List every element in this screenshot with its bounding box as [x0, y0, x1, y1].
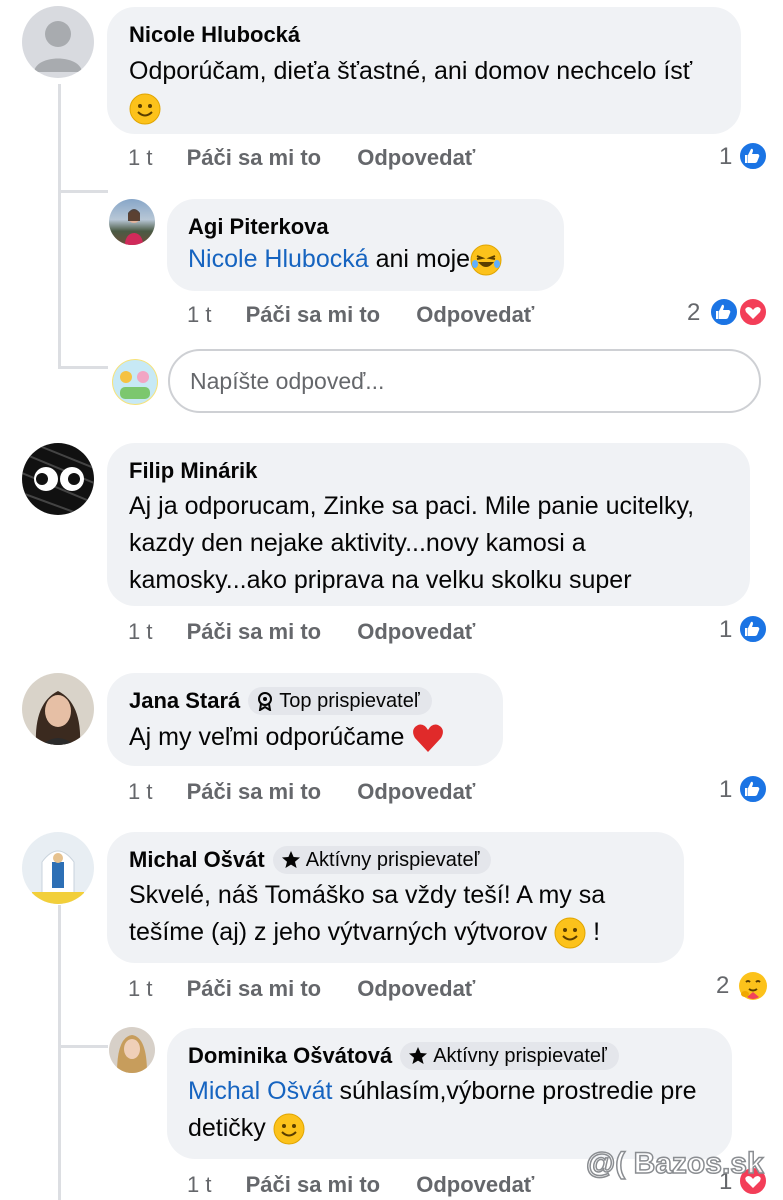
user-photo-icon	[32, 850, 84, 904]
like-button[interactable]: Páči sa mi to	[187, 779, 322, 804]
comment-bubble: Jana Stará Top prispievateľ Aj my veľmi …	[107, 673, 503, 766]
comment-author-row: Michal Ošvát Aktívny prispievateľ	[129, 846, 662, 874]
reply-bubble: Dominika Ošvátová Aktívny prispievateľ M…	[167, 1028, 732, 1159]
comment-bubble: Filip Minárik Aj ja odporucam, Zinke sa …	[107, 443, 750, 606]
reply-button[interactable]: Odpovedať	[357, 779, 475, 804]
like-button[interactable]: Páči sa mi to	[246, 302, 381, 327]
comment-author[interactable]: Jana Stará	[129, 687, 240, 715]
like-reaction-icon[interactable]	[738, 614, 768, 644]
reply-time[interactable]: 1 t	[187, 1172, 211, 1197]
thread-line	[58, 905, 61, 1200]
avatar-jana[interactable]	[22, 673, 94, 745]
mention-link[interactable]: Nicole Hlubocká	[188, 245, 369, 273]
user-photo-icon	[125, 209, 143, 245]
reaction-count[interactable]: 2	[687, 299, 700, 327]
reply-author[interactable]: Agi Piterkova	[188, 213, 542, 241]
avatar-filip[interactable]	[22, 443, 94, 515]
smile-emoji-icon	[273, 1113, 305, 1145]
laughing-emoji-icon	[470, 244, 502, 276]
comment-author-row: Jana Stará Top prispievateľ	[129, 687, 481, 715]
watermark: @( Bazos.sk	[585, 1146, 764, 1181]
reply-button[interactable]: Odpovedať	[416, 302, 534, 327]
badge-label: Top prispievateľ	[279, 690, 420, 712]
reply-actions: 1 t Páči sa mi to Odpovedať	[187, 302, 564, 328]
reaction-count[interactable]: 1	[719, 616, 732, 644]
comment-actions: 1 t Páči sa mi to Odpovedať	[128, 976, 505, 1002]
user-photo-icon	[117, 1035, 147, 1073]
active-contributor-badge[interactable]: Aktívny prispievateľ	[272, 846, 492, 874]
award-icon	[258, 692, 273, 711]
comment-actions: 1 t Páči sa mi to Odpovedať	[128, 145, 505, 171]
reply-text: Michal Ošvát súhlasím,výborne prostredie…	[188, 1073, 710, 1147]
reply-button[interactable]: Odpovedať	[357, 619, 475, 644]
avatar-michal[interactable]	[22, 832, 94, 904]
comment-time[interactable]: 1 t	[128, 619, 152, 644]
comment-actions: 1 t Páči sa mi to Odpovedať	[128, 779, 505, 805]
reply-bubble: Agi Piterkova Nicole Hlubocká ani moje	[167, 199, 564, 291]
user-photo-icon	[35, 691, 81, 745]
avatar-dominika[interactable]	[109, 1027, 155, 1073]
my-avatar	[112, 359, 158, 405]
like-reaction-icon[interactable]	[738, 141, 768, 171]
badge-label: Aktívny prispievateľ	[305, 849, 480, 871]
top-contributor-badge[interactable]: Top prispievateľ	[248, 687, 432, 715]
comment-time[interactable]: 1 t	[128, 976, 152, 1001]
thread-connector	[58, 366, 108, 369]
thread-connector	[58, 190, 108, 193]
comment-actions: 1 t Páči sa mi to Odpovedať	[128, 619, 505, 645]
thread-connector	[58, 1045, 108, 1048]
reaction-count[interactable]: 1	[719, 143, 732, 171]
kids-illustration-icon	[113, 360, 157, 404]
comment-text: Aj ja odporucam, Zinke sa paci. Mile pan…	[129, 492, 695, 594]
reply-author-row: Dominika Ošvátová Aktívny prispievateľ	[188, 1042, 710, 1070]
active-contributor-badge[interactable]: Aktívny prispievateľ	[400, 1042, 619, 1070]
mention-link[interactable]: Michal Ošvát	[188, 1077, 332, 1105]
reply-text: Nicole Hlubocká ani moje	[188, 241, 542, 278]
like-button[interactable]: Páči sa mi to	[187, 145, 322, 170]
thread-line	[58, 84, 61, 369]
like-button[interactable]: Páči sa mi to	[246, 1172, 381, 1197]
star-icon	[281, 851, 300, 868]
comment-author[interactable]: Nicole Hlubocká	[129, 21, 719, 49]
avatar-agi[interactable]	[109, 199, 155, 245]
like-reaction-icon[interactable]	[738, 774, 768, 804]
comment-text: Odporúčam, dieťa šťastné, ani domov nech…	[129, 53, 719, 127]
reply-actions: 1 t Páči sa mi to Odpovedať	[187, 1172, 564, 1198]
like-button[interactable]: Páči sa mi to	[187, 619, 322, 644]
comment-time[interactable]: 1 t	[128, 145, 152, 170]
smile-emoji-icon	[129, 93, 161, 125]
comment-text: Aj my veľmi odporúčame	[129, 719, 481, 756]
star-icon	[409, 1047, 428, 1064]
smile-emoji-icon	[554, 917, 586, 949]
red-heart-icon	[413, 724, 444, 753]
like-button[interactable]: Páči sa mi to	[187, 976, 322, 1001]
comment-bubble: Nicole Hlubocká Odporúčam, dieťa šťastné…	[107, 7, 741, 134]
default-user-icon	[34, 21, 82, 72]
reaction-count[interactable]: 1	[719, 776, 732, 804]
googly-eyes-icon	[22, 443, 94, 515]
heart-reaction-icon[interactable]	[738, 297, 768, 327]
reply-button[interactable]: Odpovedať	[416, 1172, 534, 1197]
comment-bubble: Michal Ošvát Aktívny prispievateľ Skvelé…	[107, 832, 684, 963]
reply-button[interactable]: Odpovedať	[357, 145, 475, 170]
reaction-count[interactable]: 2	[716, 972, 729, 1000]
badge-label: Aktívny prispievateľ	[433, 1045, 607, 1067]
comment-author[interactable]: Filip Minárik	[129, 457, 728, 485]
reply-input[interactable]: Napíšte odpoveď...	[168, 349, 761, 413]
reply-placeholder: Napíšte odpoveď...	[190, 367, 385, 394]
hug-reaction-icon[interactable]	[737, 970, 769, 1002]
comment-time[interactable]: 1 t	[128, 779, 152, 804]
like-reaction-icon[interactable]	[709, 297, 739, 327]
reply-author[interactable]: Dominika Ošvátová	[188, 1042, 392, 1070]
comment-text: Skvelé, náš Tomáško sa vždy teší! A my s…	[129, 877, 662, 951]
reply-time[interactable]: 1 t	[187, 302, 211, 327]
avatar-default[interactable]	[22, 6, 94, 78]
reply-button[interactable]: Odpovedať	[357, 976, 475, 1001]
comment-author[interactable]: Michal Ošvát	[129, 846, 265, 874]
